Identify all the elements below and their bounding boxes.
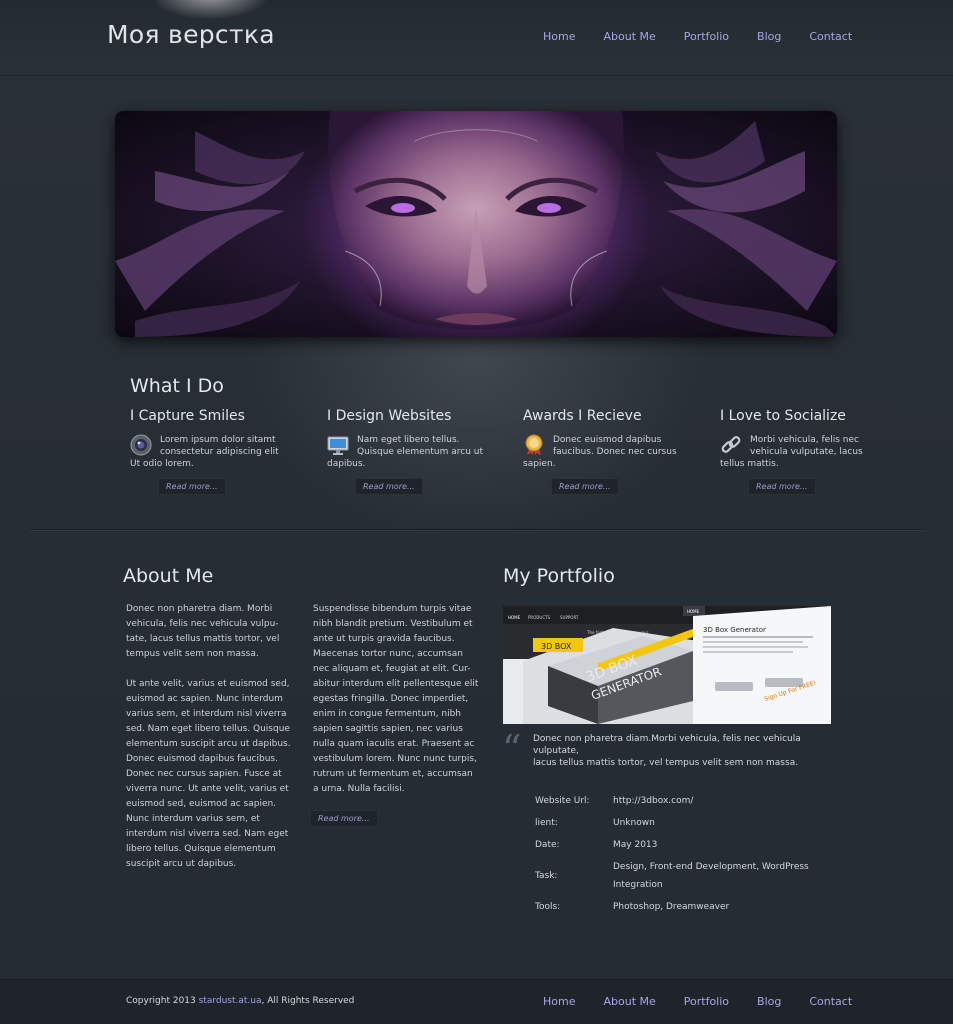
detail-value: Unknown <box>613 818 655 828</box>
feature-title: Awards I Recieve <box>523 408 642 424</box>
about-me-heading: About Me <box>123 565 214 587</box>
nav-portfolio[interactable]: Portfolio <box>684 30 729 43</box>
feature-capture-smiles: I Capture Smiles Lorem ipsum dolor sitam… <box>130 408 290 470</box>
feature-socialize: I Love to Socialize Morbi vehicula, feli… <box>720 408 880 470</box>
feature-title: I Design Websites <box>327 408 452 424</box>
site-header: Моя верстка Home About Me Portfolio Blog… <box>0 0 953 76</box>
chain-link-icon <box>721 436 741 453</box>
detail-value: Design, Front-end Development, WordPress… <box>613 862 809 890</box>
award-medal-icon <box>525 434 543 455</box>
copyright-suffix: , All Rights Reserved <box>261 996 355 1006</box>
detail-label: Website Url: <box>535 796 590 806</box>
portfolio-logo: 3D BOX <box>541 642 572 651</box>
feature-text: Lorem ipsum dolor sitamt consectetur adi… <box>130 435 279 469</box>
portfolio-screenshot[interactable]: HOME PRODUCTS SUPPORT HOME The fastest w… <box>503 606 831 724</box>
read-more-button[interactable]: Read more... <box>158 478 226 495</box>
feature-title: I Capture Smiles <box>130 408 245 424</box>
portfolio-quote: Donec non pharetra diam.Morbi vehicula, … <box>533 734 801 768</box>
detail-row: Date: May 2013 <box>535 834 823 856</box>
portfolio-screenshot-image: HOME PRODUCTS SUPPORT HOME The fastest w… <box>503 606 831 724</box>
detail-label: Tools: <box>535 902 561 912</box>
feature-body: Donec euismod dapibus faucibus. Donec ne… <box>523 434 683 470</box>
section-divider <box>30 529 923 530</box>
hero-banner-image <box>115 111 837 337</box>
my-portfolio-heading: My Portfolio <box>503 565 615 587</box>
detail-label: Date: <box>535 840 560 850</box>
nav-blog[interactable]: Blog <box>757 30 781 43</box>
read-more-button[interactable]: Read more... <box>748 478 816 495</box>
about-column-1: Donec non pharetra diam. Morbi vehicula,… <box>126 604 291 869</box>
footer-nav-home[interactable]: Home <box>543 995 575 1008</box>
about-column-2: Suspendisse bibendum turpis vitae nibh b… <box>313 604 479 794</box>
nav-about-me[interactable]: About Me <box>603 30 655 43</box>
feature-body: Morbi vehicula, felis nec vehicula vulpu… <box>720 434 880 470</box>
portfolio-nav-support: SUPPORT <box>560 615 579 620</box>
feature-design-websites: I Design Websites Nam eget libero tellus… <box>327 408 487 470</box>
copyright-text: Copyright 2013 stardust.at.ua, All Right… <box>126 996 354 1006</box>
portfolio-top-tab: HOME <box>687 609 700 614</box>
feature-body: Nam eget libero tellus. Quisque elementu… <box>327 434 487 470</box>
feature-title: I Love to Socialize <box>720 408 846 424</box>
detail-value[interactable]: http://3dbox.com/ <box>613 792 823 810</box>
detail-value: Photoshop, Dreamweaver <box>613 902 730 912</box>
portfolio-nav-products: PRODUCTS <box>528 615 551 620</box>
detail-row: Website Url: http://3dbox.com/ <box>535 790 823 812</box>
footer-nav-about-me[interactable]: About Me <box>603 995 655 1008</box>
portfolio-details: Website Url: http://3dbox.com/ lient: Un… <box>535 790 823 918</box>
detail-row: Tools: Photoshop, Dreamweaver <box>535 896 823 918</box>
detail-label: lient: <box>535 818 558 828</box>
top-nav: Home About Me Portfolio Blog Contact <box>543 30 852 43</box>
monitor-icon <box>327 436 349 455</box>
feature-body: Lorem ipsum dolor sitamt consectetur adi… <box>130 434 290 470</box>
copyright-link[interactable]: stardust.at.ua <box>199 996 262 1006</box>
site-logo[interactable]: Моя верстка <box>107 20 275 49</box>
detail-row: lient: Unknown <box>535 812 823 834</box>
read-more-button[interactable]: Read more... <box>355 478 423 495</box>
detail-label: Task: <box>535 871 558 881</box>
portfolio-right-title: 3D Box Generator <box>703 626 766 634</box>
footer-nav-portfolio[interactable]: Portfolio <box>684 995 729 1008</box>
portfolio-nav-home: HOME <box>508 615 521 620</box>
footer-nav: Home About Me Portfolio Blog Contact <box>543 995 852 1008</box>
detail-value: May 2013 <box>613 840 658 850</box>
footer-nav-blog[interactable]: Blog <box>757 995 781 1008</box>
feature-text: Donec euismod dapibus faucibus. Donec ne… <box>523 435 677 469</box>
nav-home[interactable]: Home <box>543 30 575 43</box>
header-glow <box>150 0 270 20</box>
camera-lens-icon <box>130 434 152 456</box>
feature-text: Nam eget libero tellus. Quisque elementu… <box>327 435 483 469</box>
detail-row: Task: Design, Front-end Development, Wor… <box>535 856 823 896</box>
read-more-button[interactable]: Read more... <box>551 478 619 495</box>
what-i-do-heading: What I Do <box>130 375 224 397</box>
footer-nav-contact[interactable]: Contact <box>809 995 852 1008</box>
nav-contact[interactable]: Contact <box>809 30 852 43</box>
hero-banner <box>115 111 837 337</box>
copyright-prefix: Copyright 2013 <box>126 996 199 1006</box>
quote-mark-icon: “ <box>502 727 522 771</box>
read-more-button[interactable]: Read more... <box>310 810 378 827</box>
feature-awards: Awards I Recieve Donec euismod dapibus f… <box>523 408 683 470</box>
